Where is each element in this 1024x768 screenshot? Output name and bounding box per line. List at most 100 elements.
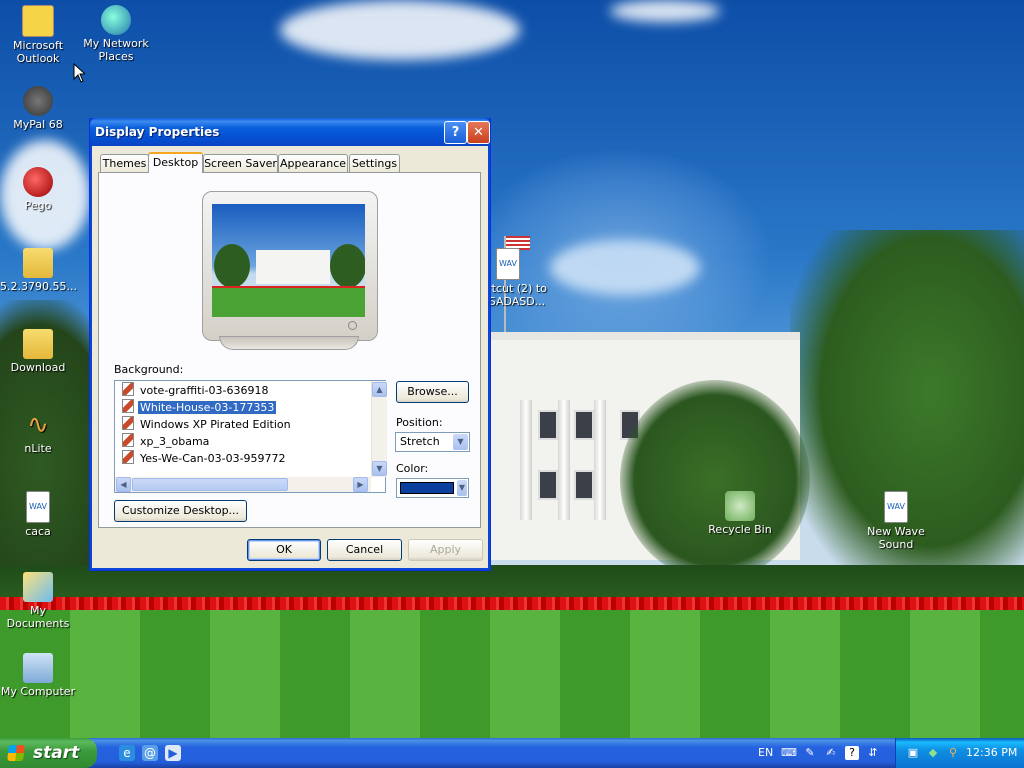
tab-settings[interactable]: Settings xyxy=(349,154,400,172)
apply-button[interactable]: Apply xyxy=(408,539,483,561)
security-icon[interactable]: ◆ xyxy=(926,746,940,760)
image-file-icon xyxy=(122,399,134,413)
dialog-title: Display Properties xyxy=(95,125,220,139)
cloud xyxy=(610,0,720,22)
desktop-icon-my-documents[interactable]: My Documents xyxy=(0,572,76,630)
desktop-tab-panel: Background: vote-graffiti-03-636918 Whit… xyxy=(98,172,481,528)
language-indicator[interactable]: EN xyxy=(758,746,773,759)
chevron-down-icon[interactable]: ▼ xyxy=(453,434,468,450)
column xyxy=(594,400,606,520)
desktop-icon-wav-shortcut[interactable]: WAV rtcut (2) to SADASD... xyxy=(482,248,552,308)
keyboard-icon[interactable]: ⌨ xyxy=(781,746,797,760)
background-list[interactable]: vote-graffiti-03-636918 White-House-03-1… xyxy=(114,380,387,493)
desktop-icon-caca[interactable]: WAV caca xyxy=(0,491,76,538)
desktop-icon-label: caca xyxy=(25,525,51,538)
outlook-express-icon[interactable]: @ xyxy=(142,745,158,761)
background-label: Background: xyxy=(114,363,184,376)
mouse-cursor-icon xyxy=(73,63,85,83)
desktop-icon-label: 5.2.3790.55... xyxy=(0,280,77,293)
horizontal-scrollbar[interactable]: ◀ ▶ xyxy=(115,477,371,492)
preview-house xyxy=(256,250,330,284)
horizontal-scroll-thumb[interactable] xyxy=(132,478,288,491)
preview-lawn xyxy=(212,288,365,317)
desktop-icon-label: My Network Places xyxy=(83,37,149,63)
media-player-icon[interactable]: ▶ xyxy=(165,745,181,761)
column xyxy=(558,400,570,520)
help-button[interactable]: ? xyxy=(444,121,467,144)
desktop-icon-new-wave-sound[interactable]: WAV New Wave Sound xyxy=(858,491,934,551)
desktop-icon-recycle-bin[interactable]: Recycle Bin xyxy=(702,491,778,536)
tab-desktop[interactable]: Desktop xyxy=(148,152,203,173)
color-swatch xyxy=(400,482,454,494)
display-properties-dialog: Display Properties ? ✕ Themes Desktop Sc… xyxy=(89,118,491,571)
list-item[interactable]: Windows XP Pirated Edition xyxy=(122,416,293,432)
outlook-icon xyxy=(22,5,54,37)
desktop-icon-outlook[interactable]: Microsoft Outlook xyxy=(0,5,76,65)
window xyxy=(574,470,594,500)
monitor-stand xyxy=(219,336,359,350)
desktop-icon-label: Microsoft Outlook xyxy=(12,39,64,65)
list-item-selected[interactable]: White-House-03-177353 xyxy=(122,399,278,415)
handwriting-icon[interactable]: ✍ xyxy=(824,746,838,760)
ok-button[interactable]: OK xyxy=(247,539,321,561)
tree xyxy=(620,380,810,580)
desktop-icon-label: SADASD... xyxy=(488,295,546,308)
taskbar: start e @ ▶ EN ⌨ ✎ ✍ ? ⇵ ▣ ◆ ⚲ 12:36 PM xyxy=(0,738,1024,768)
chevron-down-icon[interactable]: ▼ xyxy=(457,480,467,496)
window xyxy=(538,470,558,500)
network-places-icon xyxy=(101,5,131,35)
desktop-icon-label: My Computer xyxy=(0,685,76,698)
start-button[interactable]: start xyxy=(0,738,97,768)
desktop-icon-pego[interactable]: Pego xyxy=(0,167,76,212)
internet-explorer-icon[interactable]: e xyxy=(119,745,135,761)
preview-tree xyxy=(214,244,250,288)
desktop-icon-nlite[interactable]: ∿ nLite xyxy=(0,410,76,455)
tab-screen-saver[interactable]: Screen Saver xyxy=(203,154,278,172)
tab-appearance[interactable]: Appearance xyxy=(278,154,348,172)
tab-themes[interactable]: Themes xyxy=(100,154,149,172)
desktop-icon-download[interactable]: Download xyxy=(0,329,76,374)
list-item[interactable]: Yes-We-Can-03-03-959772 xyxy=(122,450,288,466)
scroll-down-icon[interactable]: ▼ xyxy=(372,461,387,476)
color-picker[interactable]: ▼ xyxy=(396,478,469,498)
pen-icon[interactable]: ✎ xyxy=(803,746,817,760)
network-icon[interactable]: ▣ xyxy=(906,746,920,760)
vertical-scrollbar[interactable]: ▲ ▼ xyxy=(371,381,387,477)
customize-desktop-button[interactable]: Customize Desktop... xyxy=(114,500,247,522)
cancel-button[interactable]: Cancel xyxy=(327,539,402,561)
position-value: Stretch xyxy=(400,435,440,448)
desktop-icon-label: New Wave Sound xyxy=(867,525,925,551)
browse-button[interactable]: Browse... xyxy=(396,381,469,403)
help-icon[interactable]: ? xyxy=(845,746,859,760)
my-documents-icon xyxy=(23,572,53,602)
desktop-icon-label: My Documents xyxy=(6,604,70,630)
my-computer-icon xyxy=(23,653,53,683)
search-icon[interactable]: ⚲ xyxy=(946,746,960,760)
desktop-icon-network-places[interactable]: My Network Places xyxy=(78,5,154,63)
dialog-titlebar[interactable]: Display Properties ? ✕ xyxy=(90,118,490,146)
desktop-icon-folder-version[interactable]: 5.2.3790.55... xyxy=(0,248,77,293)
list-item[interactable]: xp_3_obama xyxy=(122,433,211,449)
image-file-icon xyxy=(122,433,134,447)
wav-file-icon: WAV xyxy=(884,491,908,523)
close-button[interactable]: ✕ xyxy=(467,121,490,144)
scroll-left-icon[interactable]: ◀ xyxy=(116,477,131,492)
desktop-icon-label: nLite xyxy=(24,442,52,455)
window xyxy=(574,410,594,440)
position-select[interactable]: Stretch ▼ xyxy=(395,432,470,452)
folder-icon xyxy=(23,329,53,359)
scroll-up-icon[interactable]: ▲ xyxy=(372,382,387,397)
desktop-icon-label: MyPal 68 xyxy=(13,118,63,131)
windows-logo-icon xyxy=(7,745,25,761)
scroll-right-icon[interactable]: ▶ xyxy=(353,477,368,492)
desktop-icon-my-computer[interactable]: My Computer xyxy=(0,653,76,698)
color-label: Color: xyxy=(396,462,429,475)
list-item[interactable]: vote-graffiti-03-636918 xyxy=(122,382,270,398)
desktop-icon-label: Download xyxy=(10,361,66,374)
options-icon[interactable]: ⇵ xyxy=(866,746,880,760)
position-label: Position: xyxy=(396,416,443,429)
desktop-icon-mypal[interactable]: MyPal 68 xyxy=(0,86,76,131)
image-file-icon xyxy=(122,450,134,464)
clock[interactable]: 12:36 PM xyxy=(966,746,1017,759)
lawn xyxy=(0,610,1024,738)
